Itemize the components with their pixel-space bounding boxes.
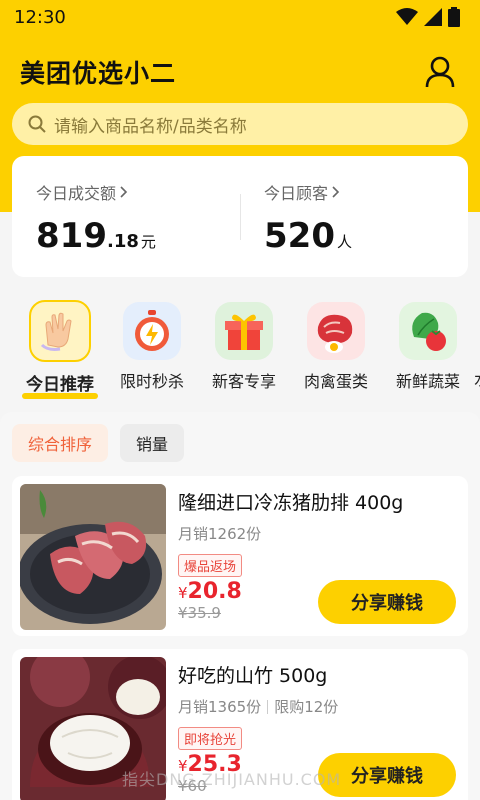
customers-label: 今日顾客 bbox=[264, 184, 329, 203]
category-label: 肉禽蛋类 bbox=[303, 372, 368, 391]
sort-bar: 综合排序 销量 bbox=[12, 424, 185, 464]
turnover-label: 今日成交额 bbox=[36, 184, 117, 203]
category-label: 新鲜蔬菜 bbox=[395, 372, 460, 391]
watermark: 指尖DNG.ZHIJIANHU.COM bbox=[122, 770, 342, 789]
product-monthly-sales: 月销1262份 bbox=[178, 525, 262, 543]
price-currency: ¥ bbox=[178, 584, 188, 602]
battery-icon bbox=[448, 7, 460, 27]
category-tab-new-customer[interactable]: 新客专享 bbox=[198, 296, 290, 400]
clapping-hands-icon bbox=[29, 300, 91, 362]
status-bar: 12:30 bbox=[0, 0, 480, 34]
price-value: 20.8 bbox=[187, 579, 242, 604]
sort-option-sales[interactable]: 销量 bbox=[120, 424, 185, 462]
turnover-unit: 元 bbox=[140, 233, 156, 251]
status-time: 12:30 bbox=[14, 6, 66, 28]
turnover-label-row: 今日成交额 bbox=[36, 180, 240, 204]
alarm-clock-icon bbox=[123, 302, 181, 360]
user-profile-button[interactable] bbox=[420, 52, 460, 92]
wifi-icon bbox=[396, 8, 418, 25]
category-label: 今日推荐 bbox=[22, 370, 98, 399]
turnover-value: 819 .18 元 bbox=[36, 216, 240, 256]
product-image-pork-ribs bbox=[20, 484, 166, 630]
customers-unit: 人 bbox=[336, 233, 352, 251]
product-promo-tag: 即将抢光 bbox=[178, 727, 243, 750]
stats-card: 今日成交额 819 .18 元 今日顾客 520 人 bbox=[12, 156, 468, 277]
category-tab-vegetables[interactable]: 新鲜蔬菜 bbox=[382, 296, 474, 400]
customers-label-row: 今日顾客 bbox=[264, 180, 468, 204]
category-nav: 今日推荐 限时秒杀 新客专享 肉禽蛋类 新鲜蔬菜 bbox=[0, 296, 480, 400]
product-name: 隆细进口冷冻猪肋排 400g bbox=[178, 492, 404, 514]
turnover-decimal: .18 bbox=[106, 231, 139, 252]
product-promo-tag: 爆品返场 bbox=[178, 554, 243, 577]
chevron-right-icon bbox=[332, 186, 340, 198]
category-tab-meat-egg[interactable]: 肉禽蛋类 bbox=[290, 296, 382, 400]
product-name: 好吃的山竹 500g bbox=[178, 665, 328, 687]
product-purchase-limit: 限购12份 bbox=[274, 698, 339, 716]
signal-icon bbox=[424, 8, 442, 26]
turnover-integer: 819 bbox=[36, 216, 107, 256]
customers-value: 520 人 bbox=[264, 216, 468, 256]
category-label: 限时秒杀 bbox=[119, 372, 184, 391]
user-icon bbox=[425, 56, 455, 88]
gift-box-icon bbox=[215, 302, 273, 360]
turnover-stat[interactable]: 今日成交额 819 .18 元 bbox=[12, 156, 240, 277]
category-overflow-hint: 水 bbox=[474, 296, 480, 400]
product-sales-row: 月销1262份 bbox=[178, 523, 458, 544]
category-tab-flash-sale[interactable]: 限时秒杀 bbox=[106, 296, 198, 400]
vegetable-icon bbox=[399, 302, 457, 360]
sales-divider bbox=[267, 699, 269, 714]
chevron-right-icon bbox=[120, 186, 128, 198]
customers-count: 520 bbox=[264, 216, 335, 256]
product-card[interactable]: 隆细进口冷冻猪肋排 400g 月销1262份 爆品返场 ¥ 20.8 ¥35.9… bbox=[12, 476, 468, 636]
sort-option-comprehensive[interactable]: 综合排序 bbox=[12, 424, 109, 462]
category-tab-recommend[interactable]: 今日推荐 bbox=[14, 296, 106, 400]
product-sales-row: 月销1365份 限购12份 bbox=[178, 696, 458, 717]
customers-stat[interactable]: 今日顾客 520 人 bbox=[240, 156, 468, 277]
product-monthly-sales: 月销1365份 bbox=[178, 698, 262, 716]
app-title: 美团优选小二 bbox=[20, 59, 177, 88]
share-earn-button[interactable]: 分享赚钱 bbox=[318, 580, 456, 624]
meat-egg-icon bbox=[307, 302, 365, 360]
search-icon bbox=[28, 115, 46, 133]
category-label: 新客专享 bbox=[211, 372, 276, 391]
status-icons bbox=[396, 7, 460, 27]
search-placeholder: 请输入商品名称/品类名称 bbox=[54, 116, 247, 137]
search-input[interactable]: 请输入商品名称/品类名称 bbox=[12, 103, 468, 145]
app-header: 美团优选小二 bbox=[0, 48, 480, 96]
